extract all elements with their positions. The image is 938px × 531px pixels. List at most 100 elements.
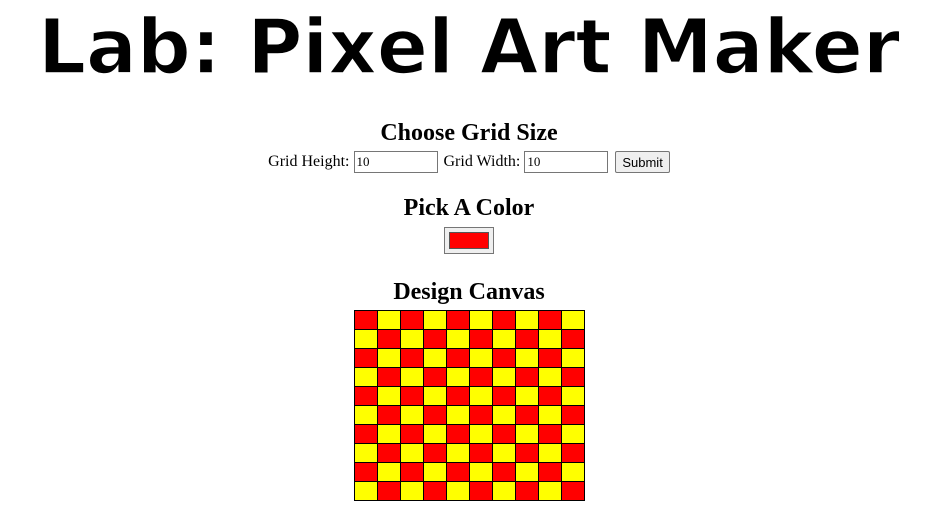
canvas-cell[interactable]: [560, 462, 585, 482]
canvas-cell[interactable]: [353, 367, 378, 387]
canvas-cell[interactable]: [445, 424, 470, 444]
canvas-cell[interactable]: [514, 481, 539, 501]
canvas-cell[interactable]: [422, 405, 447, 425]
canvas-cell[interactable]: [376, 348, 401, 368]
canvas-cell[interactable]: [537, 348, 562, 368]
submit-button[interactable]: Submit: [615, 151, 670, 173]
canvas-cell[interactable]: [491, 310, 516, 330]
canvas-cell[interactable]: [514, 424, 539, 444]
canvas-cell[interactable]: [514, 443, 539, 463]
canvas-cell[interactable]: [353, 405, 378, 425]
canvas-cell[interactable]: [376, 462, 401, 482]
canvas-cell[interactable]: [468, 348, 493, 368]
canvas-cell[interactable]: [422, 386, 447, 406]
canvas-cell[interactable]: [491, 367, 516, 387]
canvas-cell[interactable]: [468, 481, 493, 501]
canvas-cell[interactable]: [376, 386, 401, 406]
canvas-cell[interactable]: [537, 329, 562, 349]
canvas-cell[interactable]: [353, 462, 378, 482]
canvas-cell[interactable]: [422, 462, 447, 482]
canvas-cell[interactable]: [514, 405, 539, 425]
canvas-cell[interactable]: [399, 310, 424, 330]
canvas-cell[interactable]: [491, 424, 516, 444]
canvas-cell[interactable]: [376, 405, 401, 425]
canvas-cell[interactable]: [445, 462, 470, 482]
canvas-cell[interactable]: [445, 443, 470, 463]
grid-width-input[interactable]: [524, 151, 609, 173]
canvas-cell[interactable]: [468, 462, 493, 482]
canvas-cell[interactable]: [537, 462, 562, 482]
canvas-cell[interactable]: [560, 310, 585, 330]
canvas-cell[interactable]: [399, 386, 424, 406]
canvas-cell[interactable]: [560, 348, 585, 368]
canvas-cell[interactable]: [399, 405, 424, 425]
canvas-cell[interactable]: [376, 310, 401, 330]
canvas-cell[interactable]: [537, 405, 562, 425]
canvas-cell[interactable]: [468, 424, 493, 444]
canvas-cell[interactable]: [560, 386, 585, 406]
canvas-cell[interactable]: [376, 329, 401, 349]
canvas-cell[interactable]: [445, 386, 470, 406]
canvas-cell[interactable]: [468, 367, 493, 387]
canvas-cell[interactable]: [491, 348, 516, 368]
canvas-cell[interactable]: [399, 481, 424, 501]
canvas-cell[interactable]: [422, 367, 447, 387]
canvas-cell[interactable]: [422, 348, 447, 368]
canvas-cell[interactable]: [353, 443, 378, 463]
canvas-cell[interactable]: [514, 386, 539, 406]
canvas-cell[interactable]: [376, 443, 401, 463]
canvas-cell[interactable]: [514, 310, 539, 330]
canvas-cell[interactable]: [537, 367, 562, 387]
canvas-cell[interactable]: [514, 348, 539, 368]
canvas-cell[interactable]: [537, 481, 562, 501]
canvas-cell[interactable]: [560, 405, 585, 425]
canvas-cell[interactable]: [560, 367, 585, 387]
canvas-cell[interactable]: [422, 481, 447, 501]
canvas-cell[interactable]: [422, 310, 447, 330]
canvas-cell[interactable]: [422, 424, 447, 444]
canvas-cell[interactable]: [353, 481, 378, 501]
canvas-cell[interactable]: [514, 367, 539, 387]
grid-height-input[interactable]: [353, 151, 438, 173]
canvas-cell[interactable]: [353, 424, 378, 444]
canvas-cell[interactable]: [399, 348, 424, 368]
canvas-cell[interactable]: [491, 329, 516, 349]
canvas-cell[interactable]: [514, 329, 539, 349]
canvas-cell[interactable]: [445, 367, 470, 387]
canvas-cell[interactable]: [445, 329, 470, 349]
canvas-cell[interactable]: [445, 348, 470, 368]
canvas-cell[interactable]: [491, 462, 516, 482]
canvas-cell[interactable]: [468, 310, 493, 330]
canvas-cell[interactable]: [468, 329, 493, 349]
canvas-cell[interactable]: [514, 462, 539, 482]
canvas-cell[interactable]: [560, 329, 585, 349]
canvas-cell[interactable]: [445, 481, 470, 501]
canvas-cell[interactable]: [560, 481, 585, 501]
canvas-cell[interactable]: [353, 386, 378, 406]
canvas-cell[interactable]: [445, 405, 470, 425]
canvas-cell[interactable]: [353, 329, 378, 349]
canvas-cell[interactable]: [491, 481, 516, 501]
canvas-cell[interactable]: [537, 424, 562, 444]
canvas-cell[interactable]: [376, 424, 401, 444]
canvas-cell[interactable]: [376, 367, 401, 387]
canvas-cell[interactable]: [468, 386, 493, 406]
canvas-cell[interactable]: [491, 443, 516, 463]
canvas-cell[interactable]: [399, 367, 424, 387]
canvas-cell[interactable]: [491, 386, 516, 406]
canvas-cell[interactable]: [376, 481, 401, 501]
canvas-cell[interactable]: [399, 462, 424, 482]
canvas-cell[interactable]: [491, 405, 516, 425]
canvas-cell[interactable]: [537, 310, 562, 330]
canvas-cell[interactable]: [468, 405, 493, 425]
color-picker[interactable]: [444, 227, 494, 254]
canvas-cell[interactable]: [399, 443, 424, 463]
canvas-cell[interactable]: [353, 310, 378, 330]
canvas-cell[interactable]: [399, 424, 424, 444]
canvas-cell[interactable]: [560, 443, 585, 463]
canvas-cell[interactable]: [422, 443, 447, 463]
canvas-cell[interactable]: [422, 329, 447, 349]
canvas-cell[interactable]: [353, 348, 378, 368]
canvas-cell[interactable]: [537, 443, 562, 463]
canvas-cell[interactable]: [537, 386, 562, 406]
